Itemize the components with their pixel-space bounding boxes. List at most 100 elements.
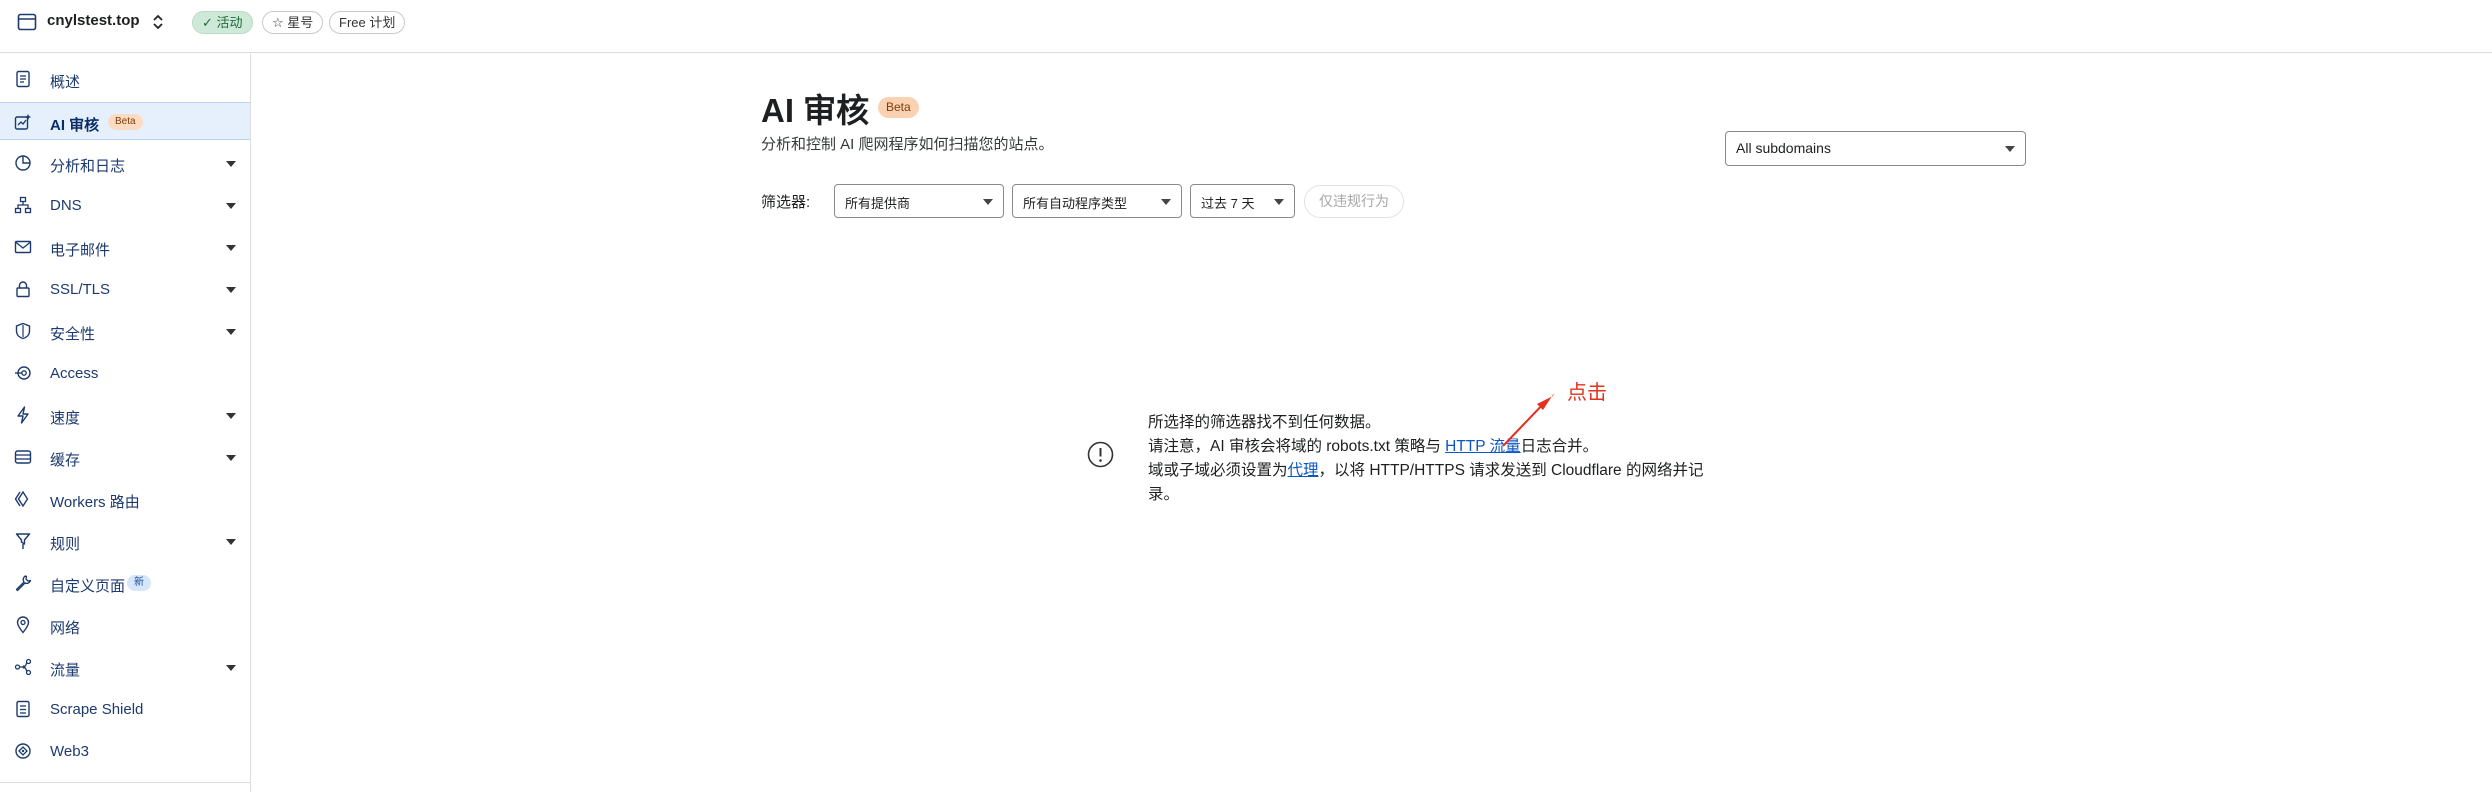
sidebar-item-workers-routes[interactable]: Workers 路由 <box>0 480 250 518</box>
proxy-link[interactable]: 代理 <box>1288 462 1319 479</box>
sidebar-item-label: AI 审核 <box>50 117 100 134</box>
wrench-icon <box>15 575 32 592</box>
shield-icon <box>15 322 31 340</box>
caret-down-icon[interactable] <box>226 245 236 251</box>
caret-down-icon[interactable] <box>226 539 236 545</box>
workers-icon <box>14 490 29 508</box>
provider-filter-value: 所有提供商 <box>845 196 911 211</box>
caret-down-icon[interactable] <box>226 287 236 293</box>
sidebar-item-overview[interactable]: 概述 <box>0 60 250 98</box>
notice-text: 请注意，AI 审核会将域的 robots.txt 策略与 <box>1148 438 1446 455</box>
notice-line-proxy: 域或子域必须设置为代理，以将 HTTP/HTTPS 请求发送到 Cloudfla… <box>1148 459 1708 507</box>
caret-down-icon[interactable] <box>226 665 236 671</box>
sidebar-item-network[interactable]: 网络 <box>0 606 250 644</box>
sidebar-item-label: 概述 <box>50 74 81 91</box>
annotation-arrow-icon <box>1502 393 1554 447</box>
sidebar-item-ssl-tls[interactable]: SSL/TLS <box>0 270 250 308</box>
exclamation-circle-icon <box>1087 441 1114 468</box>
beta-badge: Beta <box>878 97 919 118</box>
caret-down-icon <box>2005 146 2015 152</box>
status-badge: ✓ 活动 <box>192 11 253 34</box>
caret-down-icon[interactable] <box>226 329 236 335</box>
web3-icon <box>15 743 31 759</box>
access-icon <box>15 366 31 380</box>
plan-badge: Free 计划 <box>329 11 406 34</box>
bot-type-filter-select[interactable]: 所有自动程序类型 <box>1012 184 1182 218</box>
provider-filter-select[interactable]: 所有提供商 <box>834 184 1004 218</box>
page-subtitle: 分析和控制 AI 爬网程序如何扫描您的站点。 <box>761 136 1054 153</box>
annotation-label: 点击 <box>1567 382 1607 404</box>
sidebar-item-rules[interactable]: 规则 <box>0 522 250 560</box>
caret-down-icon[interactable] <box>226 161 236 167</box>
check-icon: ✓ <box>202 15 217 30</box>
time-range-select[interactable]: 过去 7 天 <box>1190 184 1295 218</box>
sidebar-item-label: SSL/TLS <box>50 281 111 298</box>
notice-line-no-data: 所选择的筛选器找不到任何数据。 <box>1148 414 1381 431</box>
subdomain-select-value: All subdomains <box>1736 140 1831 156</box>
lock-icon <box>16 281 30 298</box>
sidebar-item-web3[interactable]: Web3 <box>0 732 250 770</box>
sidebar-item-custom-pages[interactable]: 自定义页面 新 <box>0 564 250 602</box>
scrape-shield-icon <box>16 700 30 718</box>
empty-state-notice: 所选择的筛选器找不到任何数据。 请注意，AI 审核会将域的 robots.txt… <box>1148 411 1708 507</box>
caret-down-icon <box>983 199 993 205</box>
sidebar-item-label: DNS <box>50 197 82 214</box>
star-badge[interactable]: ☆ 星号 <box>262 11 324 34</box>
location-icon <box>16 616 30 634</box>
email-icon <box>14 240 32 254</box>
caret-down-icon <box>1274 199 1284 205</box>
violations-only-button[interactable]: 仅违规行为 <box>1304 185 1404 218</box>
sidebar-item-label: 安全性 <box>50 326 96 343</box>
caret-down-icon[interactable] <box>226 203 236 209</box>
bot-type-filter-value: 所有自动程序类型 <box>1023 196 1128 211</box>
cache-icon <box>14 450 32 464</box>
sidebar-item-label: 缓存 <box>50 452 81 469</box>
subdomain-select[interactable]: All subdomains <box>1725 131 2026 166</box>
dns-icon <box>14 196 32 214</box>
ai-audit-icon <box>14 114 31 130</box>
status-badge-label: 活动 <box>216 15 243 30</box>
notice-line-merge: 请注意，AI 审核会将域的 robots.txt 策略与 HTTP 流量日志合并… <box>1148 435 1708 459</box>
caret-down-icon[interactable] <box>226 455 236 461</box>
chevron-up-down-icon[interactable] <box>150 12 166 32</box>
lightning-icon <box>17 406 29 424</box>
sidebar-item-label: 网络 <box>50 620 81 637</box>
beta-badge: Beta <box>108 114 143 130</box>
sidebar: 概述 AI 审核 Beta 分析和日志 DNS 电子邮件 SSL/TLS 安全性… <box>0 54 251 792</box>
caret-down-icon <box>1161 199 1171 205</box>
sidebar-item-speed[interactable]: 速度 <box>0 396 250 434</box>
sidebar-item-cache[interactable]: 缓存 <box>0 438 250 476</box>
sidebar-item-label: Workers 路由 <box>50 494 140 511</box>
sidebar-item-label: 电子邮件 <box>50 242 111 259</box>
time-range-value: 过去 7 天 <box>1201 196 1255 211</box>
sidebar-item-analytics[interactable]: 分析和日志 <box>0 144 250 182</box>
sidebar-item-ai-audit[interactable]: AI 审核 Beta <box>0 102 250 140</box>
sidebar-item-traffic[interactable]: 流量 <box>0 648 250 686</box>
sidebar-item-email[interactable]: 电子邮件 <box>0 228 250 266</box>
top-bar: cnylstest.top ✓ 活动 ☆ 星号 Free 计划 <box>0 0 2492 53</box>
rules-icon <box>15 533 31 549</box>
sidebar-item-access[interactable]: Access <box>0 354 250 392</box>
analytics-icon <box>15 155 31 171</box>
filter-label: 筛选器: <box>761 194 811 211</box>
page-title: AI 审核 <box>761 92 870 129</box>
sidebar-item-label: 规则 <box>50 536 81 553</box>
sidebar-divider <box>0 782 250 783</box>
sidebar-item-label: 速度 <box>50 410 81 427</box>
notice-text: 域或子域必须设置为 <box>1148 462 1288 479</box>
sidebar-item-dns[interactable]: DNS <box>0 186 250 224</box>
traffic-icon <box>14 658 32 676</box>
sidebar-item-label: Web3 <box>50 743 89 760</box>
sidebar-item-label: Access <box>50 365 99 382</box>
sidebar-item-security[interactable]: 安全性 <box>0 312 250 350</box>
sidebar-item-label: 自定义页面 <box>50 578 126 595</box>
new-badge: 新 <box>127 575 151 591</box>
browser-window-icon <box>17 13 37 31</box>
sidebar-item-label: Scrape Shield <box>50 701 144 718</box>
sidebar-item-scrape-shield[interactable]: Scrape Shield <box>0 690 250 728</box>
caret-down-icon[interactable] <box>226 413 236 419</box>
star-icon: ☆ <box>272 15 288 30</box>
domain-name[interactable]: cnylstest.top <box>47 12 140 29</box>
sidebar-item-label: 分析和日志 <box>50 158 126 175</box>
sidebar-item-label: 流量 <box>50 662 81 679</box>
